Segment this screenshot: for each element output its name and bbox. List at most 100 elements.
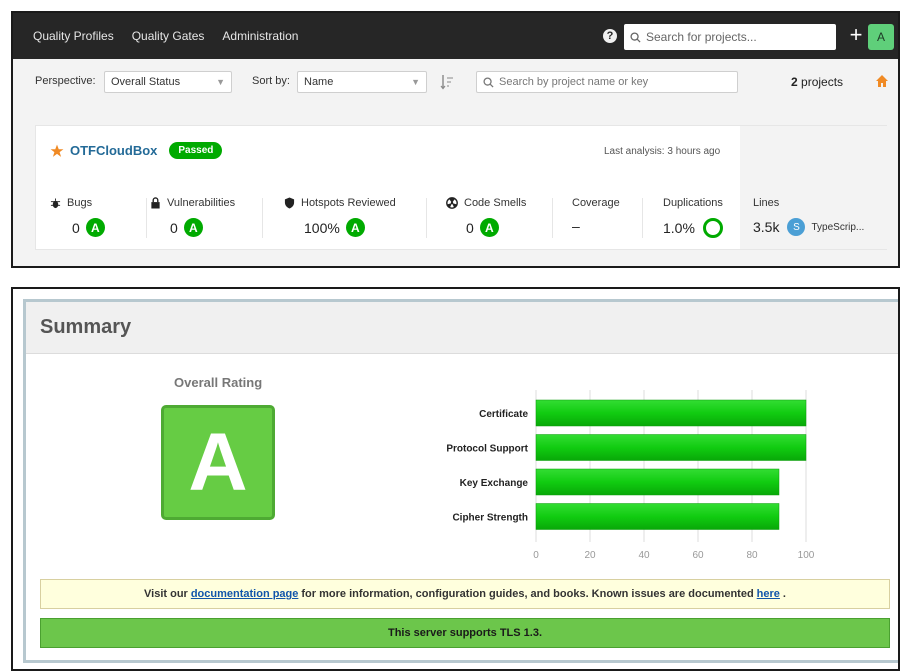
sortby-label: Sort by: [252, 75, 290, 87]
global-search-input[interactable]: Search for projects... [624, 24, 836, 50]
notice-text-3: . [782, 588, 786, 600]
nav-administration[interactable]: Administration [222, 29, 298, 43]
project-title-row: OTFCloudBox Passed [50, 142, 223, 159]
top-navbar: Quality Profiles Quality Gates Administr… [13, 13, 898, 59]
metric-bugs[interactable]: Bugs 0A [50, 196, 105, 237]
rating-badge: A [85, 218, 105, 237]
bar-key-exchange [535, 468, 780, 496]
language-badge: S [787, 218, 806, 236]
perspective-select[interactable]: Overall Status ▼ [104, 71, 232, 93]
rating-bar-chart: 0 20 40 60 80 100 Certificate Protocol Support K… [446, 390, 815, 560]
bar-certificate [535, 399, 807, 427]
project-search-placeholder: Search by project name or key [499, 76, 649, 88]
bug-icon [50, 197, 61, 208]
metric-lines-value: 3.5k [753, 219, 780, 235]
overall-rating-label: Overall Rating [174, 375, 263, 390]
duplications-ring-icon [702, 218, 723, 238]
grade-badge: A [161, 405, 275, 520]
sortby-value: Name [304, 76, 334, 88]
project-count-suffix: projects [801, 75, 844, 89]
metric-duplications-value: 1.0% [663, 220, 695, 236]
chevron-down-icon: ▼ [216, 77, 225, 87]
ssl-summary-panel: Summary Overall Rating A 0 20 40 60 80 100 Cer… [11, 287, 900, 671]
divider [426, 198, 427, 238]
known-issues-link[interactable]: here [757, 588, 780, 600]
perspective-value: Overall Status [111, 76, 181, 88]
documentation-notice: Visit our documentation page for more in… [40, 579, 890, 609]
metric-vulnerabilities-label: Vulnerabilities [167, 197, 236, 209]
metric-bugs-value: 0 [72, 219, 80, 236]
divider [642, 198, 643, 238]
tls-support-banner: This server supports TLS 1.3. [40, 618, 890, 648]
category-label: Key Exchange [460, 478, 529, 489]
search-icon [483, 76, 494, 88]
tick-label: 100 [798, 550, 815, 560]
project-search-input[interactable]: Search by project name or key [476, 71, 738, 93]
metric-bugs-label: Bugs [67, 197, 93, 209]
tick-label: 80 [746, 550, 758, 560]
sonarqube-panel: Quality Profiles Quality Gates Administr… [11, 11, 900, 268]
divider [146, 198, 147, 238]
divider [552, 198, 553, 238]
metric-hotspots-value: 100% [304, 219, 340, 236]
search-icon [630, 31, 641, 43]
sort-direction-icon[interactable] [440, 74, 454, 90]
perspective-label: Perspective: [35, 75, 96, 87]
metric-vulnerabilities[interactable]: Vulnerabilities 0A [150, 196, 236, 237]
help-icon[interactable]: ? [603, 29, 617, 43]
language-name: TypeScrip... [811, 221, 865, 233]
divider [262, 198, 263, 238]
main-nav: Quality Profiles Quality Gates Administr… [33, 13, 316, 59]
metric-coverage-value: – [572, 218, 580, 234]
lock-icon [151, 197, 160, 209]
last-analysis: Last analysis: 3 hours ago [604, 146, 721, 157]
notice-text-2: for more information, configuration guid… [301, 588, 754, 600]
metric-hotspots-label: Hotspots Reviewed [301, 197, 396, 209]
sortby-select[interactable]: Name ▼ [297, 71, 427, 93]
metric-lines-label: Lines [753, 197, 780, 209]
rating-badge: A [183, 218, 203, 237]
project-name-link[interactable]: OTFCloudBox [70, 143, 157, 158]
chevron-down-icon: ▼ [411, 77, 420, 87]
metric-lines[interactable]: Lines 3.5k S TypeScrip... [753, 196, 864, 236]
filter-bar: Perspective: Overall Status ▼ Sort by: N… [13, 59, 898, 105]
category-label: Protocol Support [446, 444, 528, 455]
tick-label: 20 [584, 550, 596, 560]
metric-coverage-label: Coverage [572, 197, 620, 209]
bar-cipher-strength [535, 503, 780, 530]
metric-duplications-label: Duplications [663, 197, 723, 209]
category-label: Certificate [479, 409, 528, 420]
rating-badge: A [345, 218, 365, 237]
nav-quality-gates[interactable]: Quality Gates [132, 29, 205, 43]
avatar[interactable]: A [868, 24, 894, 50]
tick-label: 60 [692, 550, 704, 560]
home-icon[interactable] [875, 74, 889, 91]
global-search-placeholder: Search for projects... [646, 30, 757, 44]
metric-code-smells-value: 0 [466, 219, 474, 236]
rating-badge: A [479, 218, 499, 237]
project-count-number: 2 [791, 75, 798, 89]
status-badge: Passed [169, 142, 223, 159]
metric-hotspots[interactable]: Hotspots Reviewed 100% A [284, 196, 396, 237]
metric-duplications[interactable]: Duplications 1.0% [663, 196, 723, 238]
shield-icon [284, 197, 295, 209]
summary-header: Summary [26, 302, 898, 354]
metric-coverage[interactable]: Coverage – [572, 196, 620, 234]
metric-vulnerabilities-value: 0 [170, 219, 178, 236]
summary-frame: Summary Overall Rating A 0 20 40 60 80 100 Cer… [23, 299, 898, 663]
category-label: Cipher Strength [452, 513, 528, 524]
project-count: 2 projects [791, 75, 843, 89]
tick-label: 0 [533, 550, 539, 560]
documentation-page-link[interactable]: documentation page [191, 588, 299, 600]
metric-code-smells-label: Code Smells [464, 197, 527, 209]
notice-text-1: Visit our [144, 588, 188, 600]
tick-label: 40 [638, 550, 650, 560]
summary-title: Summary [40, 316, 132, 338]
metric-code-smells[interactable]: Code Smells 0A [446, 196, 527, 237]
nav-quality-profiles[interactable]: Quality Profiles [33, 29, 114, 43]
project-card: OTFCloudBox Passed Last analysis: 3 hour… [35, 125, 887, 250]
bar-protocol-support [535, 434, 807, 461]
star-icon[interactable] [50, 144, 64, 158]
create-plus-button[interactable]: + [846, 24, 866, 47]
radiation-icon [446, 197, 458, 209]
